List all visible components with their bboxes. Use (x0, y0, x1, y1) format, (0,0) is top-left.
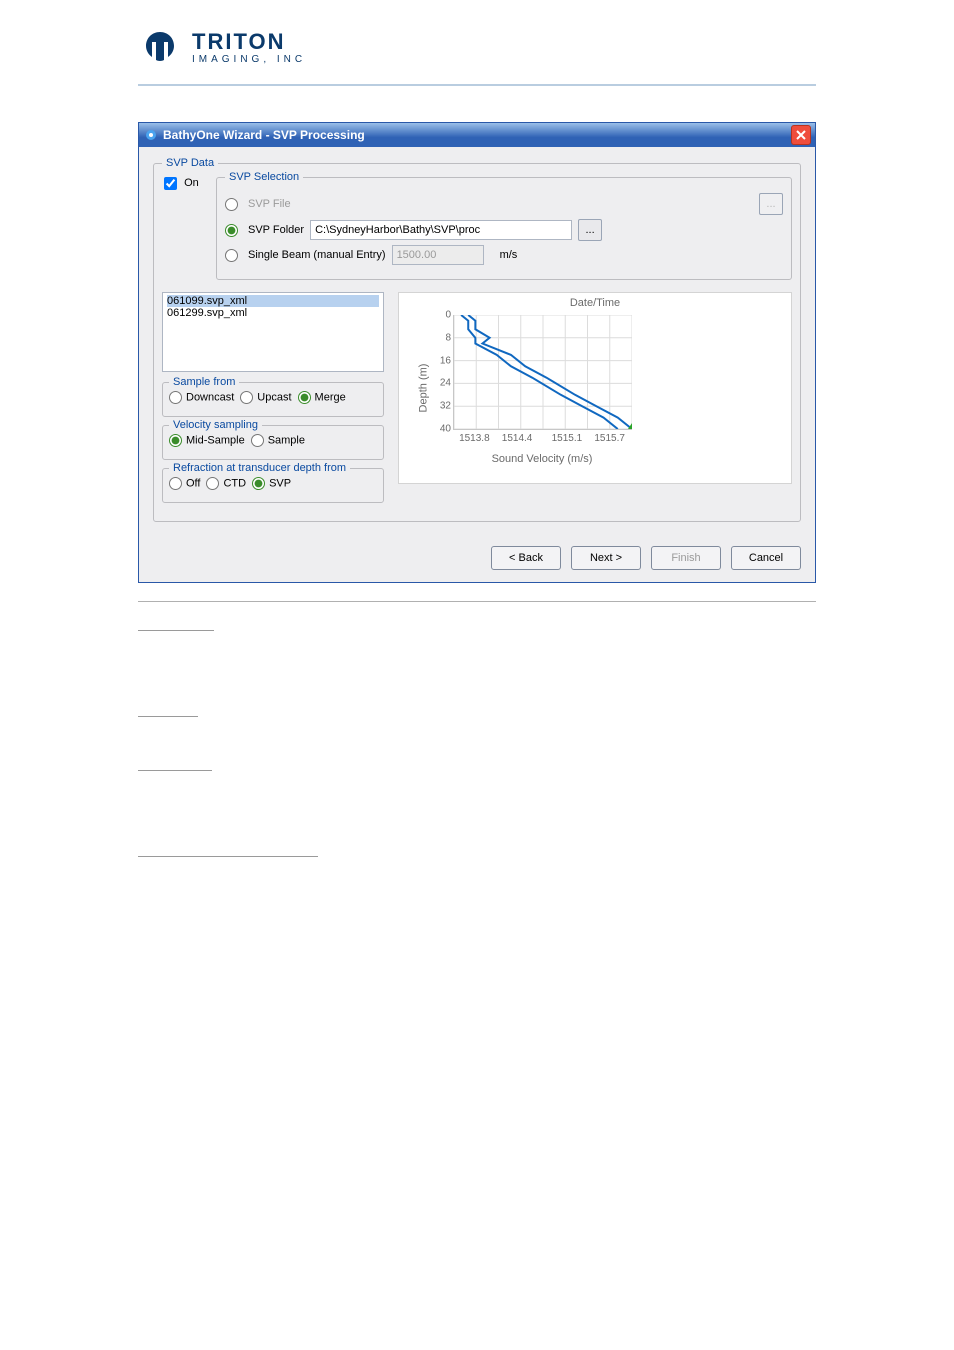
next-button[interactable]: Next > (571, 546, 641, 570)
single-beam-unit: m/s (500, 249, 518, 261)
list-item[interactable]: 061299.svp_xml (167, 307, 379, 319)
brand-name: TRITON (192, 31, 306, 53)
underline-placeholder (138, 756, 212, 771)
close-button[interactable] (791, 125, 811, 145)
svp-folder-input[interactable] (310, 220, 572, 240)
cancel-button[interactable]: Cancel (731, 546, 801, 570)
brand-logo: TRITON IMAGING, INC (138, 20, 816, 84)
list-item[interactable]: 061099.svp_xml (167, 295, 379, 307)
single-beam-row: Single Beam (manual Entry) m/s (225, 245, 783, 265)
svp-file-radio[interactable] (225, 198, 238, 211)
velocity-sampling-group: Velocity sampling Mid-Sample Sample (162, 425, 384, 460)
svp-on-checkbox[interactable] (164, 177, 177, 190)
svp-data-legend: SVP Data (162, 157, 218, 169)
chart-title: Date/Time (403, 297, 787, 309)
svp-selection-legend: SVP Selection (225, 171, 303, 183)
underline-placeholder (138, 702, 198, 717)
logo-mark-icon (138, 26, 182, 70)
chart-xlabel: Sound Velocity (m/s) (453, 453, 631, 465)
single-beam-value (392, 245, 484, 265)
window-title: BathyOne Wizard - SVP Processing (163, 128, 791, 142)
svp-file-browse-button: ... (759, 193, 783, 215)
finish-button: Finish (651, 546, 721, 570)
svp-file-row: SVP File ... (225, 193, 783, 215)
svp-data-group: SVP Data On SVP Selection SVP File ... (153, 157, 801, 522)
svp-selection-group: SVP Selection SVP File ... SVP Folder ..… (216, 171, 792, 280)
brand-sub: IMAGING, INC (192, 55, 306, 65)
refraction-svp[interactable]: SVP (252, 477, 291, 490)
refraction-ctd[interactable]: CTD (206, 477, 246, 490)
app-icon (143, 127, 159, 143)
vel-midsample[interactable]: Mid-Sample (169, 434, 245, 447)
sample-upcast[interactable]: Upcast (240, 391, 291, 404)
wizard-button-row: < Back Next > Finish Cancel (153, 546, 801, 570)
svp-folder-row: SVP Folder ... (225, 219, 783, 241)
chart-plot (453, 315, 632, 430)
underline-placeholder (138, 616, 214, 631)
svp-folder-radio[interactable] (225, 224, 238, 237)
svp-chart: Date/Time Depth (m) 0816243240 1513.8151… (398, 292, 792, 484)
sample-from-group: Sample from Downcast Upcast Merge (162, 382, 384, 417)
svp-file-list[interactable]: 061099.svp_xml 061299.svp_xml (162, 292, 384, 372)
svp-folder-label: SVP Folder (248, 224, 304, 236)
refraction-group: Refraction at transducer depth from Off … (162, 468, 384, 503)
underline-placeholder (138, 842, 318, 857)
sample-downcast[interactable]: Downcast (169, 391, 234, 404)
single-beam-radio[interactable] (225, 249, 238, 262)
titlebar: BathyOne Wizard - SVP Processing (139, 123, 815, 147)
wizard-window: BathyOne Wizard - SVP Processing SVP Dat… (138, 122, 816, 583)
svp-on-toggle[interactable]: On (164, 177, 199, 190)
svp-file-label: SVP File (248, 198, 291, 210)
sample-merge[interactable]: Merge (298, 391, 346, 404)
svp-folder-browse-button[interactable]: ... (578, 219, 602, 241)
single-beam-label: Single Beam (manual Entry) (248, 249, 386, 261)
back-button[interactable]: < Back (491, 546, 561, 570)
vel-sample[interactable]: Sample (251, 434, 305, 447)
refraction-off[interactable]: Off (169, 477, 200, 490)
chart-ylabel: Depth (m) (417, 364, 429, 413)
